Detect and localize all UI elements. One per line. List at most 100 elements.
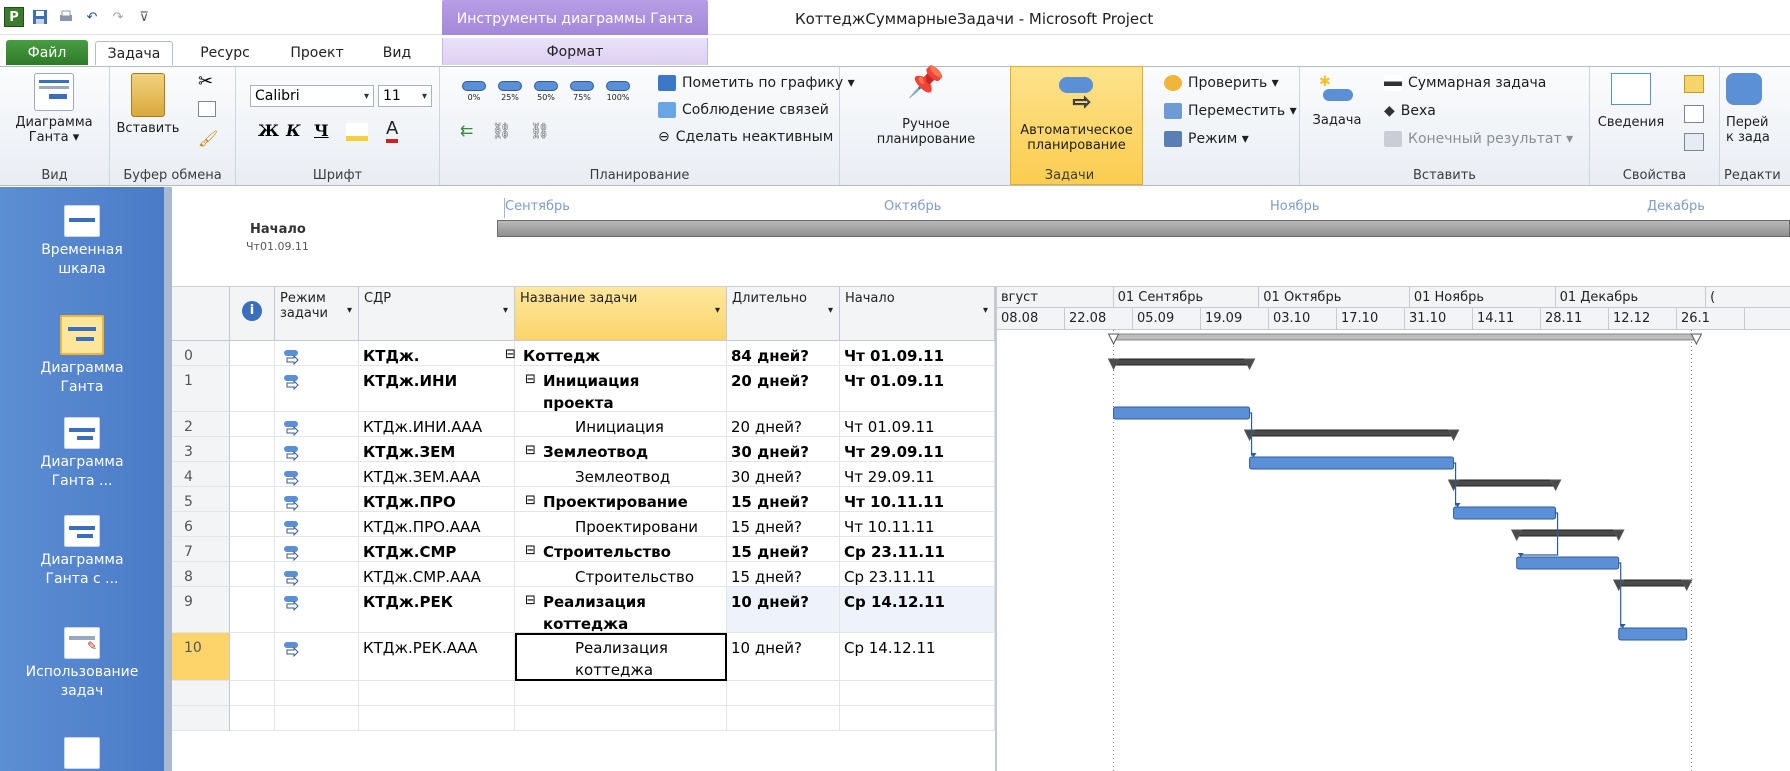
indicators-header[interactable]: i xyxy=(230,287,275,341)
inspect-button[interactable]: Проверить ▾ xyxy=(1164,75,1279,91)
wbs-cell[interactable]: КТДж.ИНИ.ААА xyxy=(359,412,515,437)
start-cell[interactable]: Ср 23.11.11 xyxy=(840,537,995,562)
task-name-cell[interactable]: Инициация xyxy=(515,412,727,437)
notes-icon[interactable] xyxy=(1684,75,1704,93)
undo-icon[interactable]: ↶ xyxy=(82,7,102,27)
insert-task-button[interactable]: ✱ Задача xyxy=(1312,73,1362,129)
task-mode-cell[interactable] xyxy=(275,412,359,437)
paste-button[interactable]: Вставить xyxy=(116,73,180,136)
indicator-cell[interactable] xyxy=(230,537,275,562)
details-icon[interactable] xyxy=(1684,105,1704,123)
start-cell[interactable]: Ср 14.12.11 xyxy=(840,587,995,633)
task-name-cell[interactable]: Проектировани xyxy=(515,512,727,537)
task-name-cell[interactable]: ⊟ Землеотвод xyxy=(515,437,727,462)
row-id[interactable]: 9 xyxy=(172,587,230,633)
table-row[interactable]: 9 КТДж.РЕК ⊟ Реализация коттеджа 10 дней? Ср … xyxy=(172,587,995,633)
table-row[interactable]: 7 КТДж.СМР ⊟ Строительство 15 дней? Ср 23.11.… xyxy=(172,537,995,562)
wbs-header[interactable]: СДР ▾ xyxy=(359,287,515,341)
gantt-bar-summary[interactable] xyxy=(1510,529,1625,542)
wbs-cell[interactable]: КТДж.РЕК.ААА xyxy=(359,633,515,681)
start-cell[interactable]: Ср 14.12.11 xyxy=(840,633,995,681)
row-id[interactable]: 1 xyxy=(172,366,230,412)
wbs-cell[interactable]: КТДж.ЗЕМ xyxy=(359,437,515,462)
task-mode-cell[interactable] xyxy=(275,537,359,562)
table-row[interactable]: 2 КТДж.ИНИ.ААА Инициация 20 дней? Чт 01.09.1… xyxy=(172,412,995,437)
view-timeline[interactable]: Временная шкала xyxy=(0,205,164,279)
gantt-bar-task[interactable] xyxy=(1618,627,1688,641)
collapse-icon[interactable]: ⊟ xyxy=(525,540,536,562)
row-id[interactable]: 8 xyxy=(172,562,230,587)
duration-cell[interactable]: 30 дней? xyxy=(727,437,840,462)
collapse-icon[interactable]: ⊟ xyxy=(525,369,536,391)
indicator-cell[interactable] xyxy=(230,462,275,487)
wbs-cell[interactable]: КТДж. xyxy=(359,341,515,366)
font-color-icon[interactable]: A xyxy=(386,119,399,143)
task-name-cell[interactable]: ⊟ Проектирование xyxy=(515,487,727,512)
inactivate-button[interactable]: ⊖ Сделать неактивным xyxy=(658,129,833,145)
unlink-tasks-icon[interactable]: ⛓ xyxy=(530,121,550,140)
collapse-icon[interactable]: ⊟ xyxy=(505,344,516,366)
duration-cell[interactable]: 15 дней? xyxy=(727,512,840,537)
bold-button[interactable]: Ж xyxy=(258,121,279,140)
indicator-cell[interactable] xyxy=(230,366,275,412)
mode-button[interactable]: Режим ▾ xyxy=(1164,131,1249,147)
task-mode-cell[interactable] xyxy=(275,341,359,366)
task-name-cell[interactable]: ⊟ Строительство xyxy=(515,537,727,562)
gantt-bar-task[interactable] xyxy=(1516,556,1620,570)
table-row[interactable]: 1 КТДж.ИНИ ⊟ Инициация проекта 20 дней? Чт 01… xyxy=(172,366,995,412)
redo-icon[interactable]: ↷ xyxy=(108,7,128,27)
row-id[interactable]: 4 xyxy=(172,462,230,487)
row-id[interactable]: 6 xyxy=(172,512,230,537)
duration-cell[interactable]: 15 дней? xyxy=(727,562,840,587)
tab-view[interactable]: Вид xyxy=(372,41,422,65)
start-cell[interactable]: Чт 01.09.11 xyxy=(840,341,995,366)
task-name-cell[interactable]: ⊟ Реализация коттеджа xyxy=(515,587,727,633)
table-row[interactable]: 6 КТДж.ПРО.ААА Проектировани 15 дней? Чт 10.… xyxy=(172,512,995,537)
row-id[interactable]: 7 xyxy=(172,537,230,562)
gantt-chart-button[interactable]: Диаграмма Ганта ▾ xyxy=(4,73,104,145)
task-name-cell[interactable]: ⊟ Инициация проекта xyxy=(515,366,727,412)
table-row[interactable]: 10 КТДж.РЕК.ААА Реализация коттеджа 10 дней… xyxy=(172,633,995,681)
respect-links-button[interactable]: Соблюдение связей xyxy=(658,102,829,118)
row-id[interactable]: 5 xyxy=(172,487,230,512)
tab-file[interactable]: Файл xyxy=(6,40,88,65)
start-cell[interactable]: Чт 10.11.11 xyxy=(840,512,995,537)
task-mode-cell[interactable] xyxy=(275,587,359,633)
gantt-bar-summary[interactable] xyxy=(1612,579,1693,592)
duration-cell[interactable]: 20 дней? xyxy=(727,366,840,412)
row-id[interactable]: 2 xyxy=(172,412,230,437)
deliverable-button[interactable]: Конечный результат ▾ xyxy=(1384,131,1573,147)
name-header[interactable]: Название задачи ▾ xyxy=(515,287,727,341)
milestone-button[interactable]: ◆ Веха xyxy=(1384,103,1436,119)
percent-complete-2-button[interactable]: 50% xyxy=(532,81,560,102)
start-cell[interactable]: Чт 10.11.11 xyxy=(840,487,995,512)
wbs-cell[interactable]: КТДж.ИНИ xyxy=(359,366,515,412)
collapse-icon[interactable]: ⊟ xyxy=(525,440,536,462)
task-name-cell[interactable]: Реализация коттеджа xyxy=(515,633,727,681)
add-to-timeline-icon[interactable] xyxy=(1684,133,1704,151)
percent-complete-4-button[interactable]: 100% xyxy=(604,81,632,102)
table-row[interactable]: 8 КТДж.СМР.ААА Строительство 15 дней? Ср 23.… xyxy=(172,562,995,587)
row-id[interactable]: 10 xyxy=(172,633,230,681)
goto-task-button[interactable]: Перей к зада xyxy=(1726,73,1790,145)
table-row[interactable]: 5 КТДж.ПРО ⊟ Проектирование 15 дней? Чт 10.11… xyxy=(172,487,995,512)
summary-task-button[interactable]: Суммарная задача xyxy=(1384,75,1546,91)
table-row[interactable]: 3 КТДж.ЗЕМ ⊟ Землеотвод 30 дней? Чт 29.09.11 xyxy=(172,437,995,462)
mode-header[interactable]: Режим задачи ▾ xyxy=(275,287,359,341)
font-name-combo[interactable]: Calibri ▾ xyxy=(250,85,374,107)
start-cell[interactable]: Чт 01.09.11 xyxy=(840,366,995,412)
highlight-color-icon[interactable] xyxy=(346,123,368,141)
duration-cell[interactable]: 10 дней? xyxy=(727,633,840,681)
table-row[interactable]: 4 КТДж.ЗЕМ.ААА Землеотвод 30 дней? Чт 29.09.… xyxy=(172,462,995,487)
italic-button[interactable]: К xyxy=(286,121,301,140)
cut-icon[interactable]: ✂ xyxy=(198,71,213,92)
manual-schedule-button[interactable]: 📌 Ручное планирование xyxy=(876,68,976,148)
duration-cell[interactable]: 20 дней? xyxy=(727,412,840,437)
indicator-cell[interactable] xyxy=(230,562,275,587)
wbs-cell[interactable]: КТДж.СМР xyxy=(359,537,515,562)
format-painter-icon[interactable]: 🖌 xyxy=(198,129,218,148)
select-all-corner[interactable] xyxy=(172,287,230,341)
row-id[interactable] xyxy=(172,681,230,706)
move-button[interactable]: Переместить ▾ xyxy=(1164,103,1297,119)
collapse-icon[interactable]: ⊟ xyxy=(525,590,536,612)
